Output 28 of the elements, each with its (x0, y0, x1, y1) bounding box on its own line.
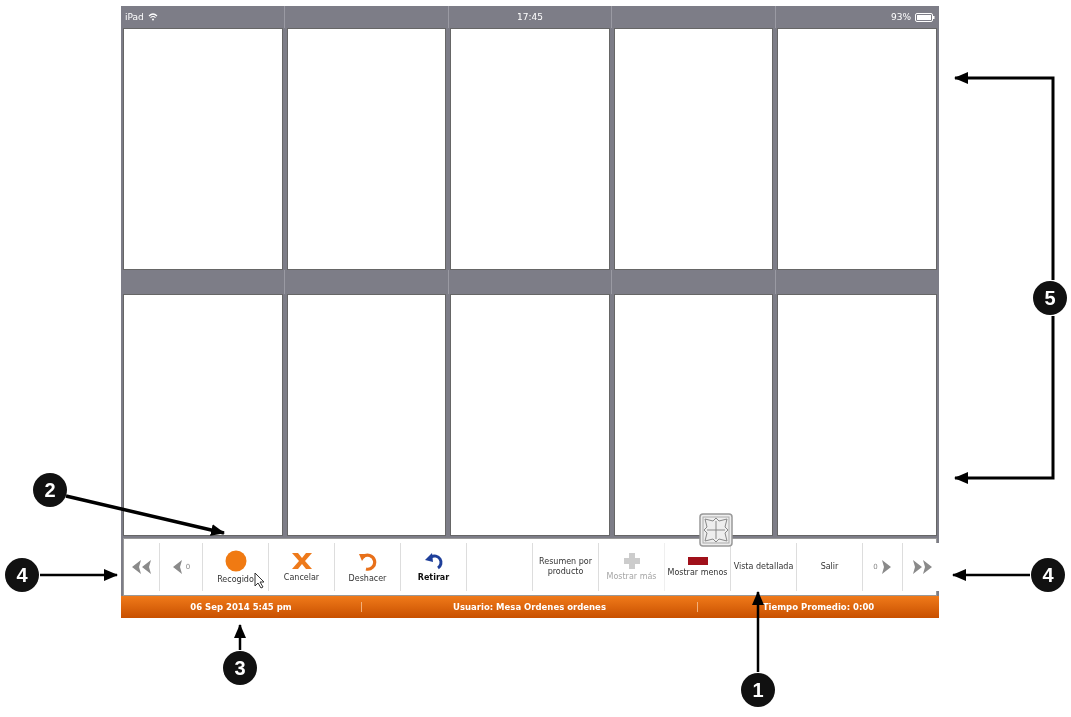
double-arrow-right-icon (911, 559, 933, 575)
callout-number: 4 (5, 558, 39, 592)
arrow (234, 624, 246, 650)
cross-icon (290, 551, 313, 570)
average-time: Tiempo Promedio: 0:00 (761, 602, 876, 612)
callout-number: 2 (33, 473, 67, 507)
battery-icon (915, 12, 935, 22)
circle-icon (224, 549, 247, 572)
wifi-icon (147, 13, 158, 21)
double-arrow-left-icon (130, 559, 153, 575)
user-name: Usuario: Mesa Ordenes ordenes (362, 602, 698, 612)
callout-number: 4 (1031, 558, 1065, 592)
arrow-right-icon (880, 559, 892, 575)
toolbar-button[interactable]: Mostrar menos (665, 543, 731, 591)
cursor-icon (254, 572, 265, 589)
callout-number: 5 (1033, 281, 1067, 315)
callout-number: 3 (223, 651, 257, 685)
clock-time: 17:45 (517, 12, 543, 22)
minus-icon (687, 556, 708, 565)
callout-number: 1 (741, 673, 775, 707)
redo-arrow-icon (423, 551, 444, 570)
battery-percent: 93% (890, 12, 911, 22)
toolbar-button[interactable]: Vista detallada (731, 543, 797, 591)
arrow-left-icon (171, 559, 183, 575)
move-handle-icon[interactable] (699, 513, 733, 547)
device-name: iPad (125, 12, 144, 22)
plus-icon (623, 552, 640, 569)
date-time: 06 Sep 2014 5:45 pm (121, 602, 362, 612)
